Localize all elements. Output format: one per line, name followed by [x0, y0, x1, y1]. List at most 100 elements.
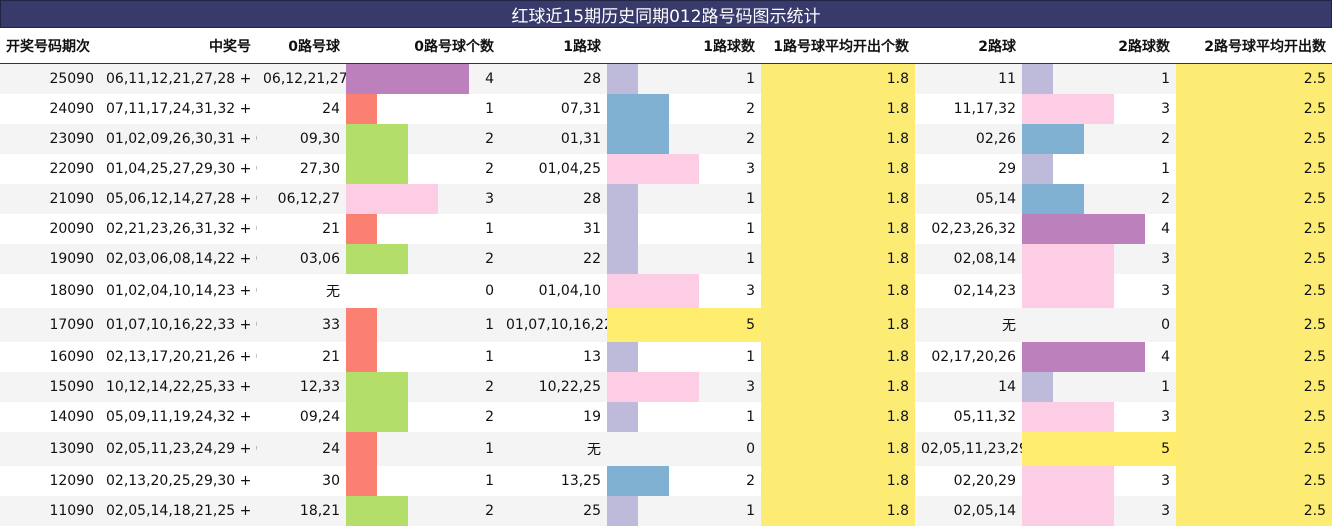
cell-r2-count: 1 [1022, 372, 1176, 402]
cell-r1-count: 1 [607, 184, 761, 214]
cell-r1-count: 0 [607, 432, 761, 466]
cell-r1-count-value: 1 [746, 191, 755, 207]
cell-numbers: 05,09,11,19,24,32 + 13 [106, 409, 257, 425]
cell-numbers: 06,11,12,21,27,28 + 15 [100, 63, 257, 94]
cell-r0-count: 2 [346, 402, 500, 432]
cell-r0-count-value: 2 [485, 251, 494, 267]
cell-r0: 24 [257, 432, 346, 466]
cell-numbers: 02,13,20,25,29,30 + 11 [106, 473, 257, 489]
cell-r2-avg: 2.5 [1176, 308, 1332, 342]
cell-r0: 03,06 [257, 244, 346, 274]
cell-r1-avg: 1.8 [761, 496, 915, 526]
cell-numbers: 01,02,04,10,14,23 + 07 [106, 283, 257, 299]
cell-r0: 33 [257, 308, 346, 342]
cell-r1-count-bar [607, 124, 669, 154]
cell-r0-count-bar [346, 496, 408, 526]
table-row: 18090 01,02,04,10,14,23 + 07 无 0 01,04,10 3 1.… [0, 274, 1332, 308]
cell-r0: 21 [322, 221, 340, 237]
cell-r1-count: 3 [607, 154, 761, 184]
header-r0: 0路号球 [257, 28, 346, 64]
cell-r2-count-value: 3 [1161, 409, 1170, 425]
cell-r0-count-bar [346, 94, 377, 124]
cell-r0-count: 4 [346, 63, 500, 94]
table-row: 21090 05,06,12,14,27,28 + 08 06,12,27 3 28 1 1… [0, 184, 1332, 214]
table-row: 24090 07,11,17,24,31,32 + 17 24 1 07,31 2 1.8 1… [0, 94, 1332, 124]
cell-r0-count: 1 [346, 94, 500, 124]
cell-r0-count: 2 [346, 244, 500, 274]
table-row: 17090 01,07,10,16,22,33 + 09 33 1 01,07,10,1… [0, 308, 1332, 342]
table-body: 25090 06,11,12,21,27,28 + 15 06,12,21,27 4 2… [0, 63, 1332, 526]
cell-r0-count: 0 [346, 274, 500, 308]
cell-r0-count-bar [346, 402, 408, 432]
table-row: 11090 02,05,14,18,21,25 + 16 18,21 2 25 1 1.8 0… [0, 496, 1332, 526]
cell-r2: 14 [915, 372, 1022, 402]
cell-r2-count-value: 3 [1161, 473, 1170, 489]
cell-period: 15090 [0, 372, 100, 402]
cell-r2-count-bar [1022, 154, 1053, 184]
cell-r0-count-bar [346, 432, 377, 466]
cell-r1-count: 5 [607, 308, 761, 342]
cell-r1-avg: 1.8 [761, 214, 915, 244]
cell-r2-count-bar [1022, 94, 1115, 124]
cell-r1-avg: 1.8 [761, 184, 915, 214]
cell-r2-count: 4 [1022, 214, 1176, 244]
header-numbers: 中奖号 [100, 28, 257, 64]
cell-r2-count-value: 0 [1161, 317, 1170, 333]
cell-r1-count: 2 [607, 466, 761, 496]
cell-r1-avg: 1.8 [761, 432, 915, 466]
cell-r0-count: 2 [346, 154, 500, 184]
cell-r0: 30 [322, 473, 340, 489]
cell-r2: 02,08,14 [915, 244, 1022, 274]
cell-r1-count-value: 0 [746, 441, 755, 457]
cell-r0: 09,24 [299, 409, 340, 425]
cell-r0: 09,30 [257, 124, 346, 154]
cell-r0: 27,30 [299, 161, 340, 177]
table-row: 23090 01,02,09,26,30,31 + 07 09,30 2 01,31 2 1… [0, 124, 1332, 154]
cell-r2-count-bar [1022, 466, 1115, 496]
cell-r1-count-value: 3 [746, 283, 755, 299]
cell-r1-count-bar [607, 308, 761, 342]
cell-numbers: 01,07,10,16,22,33 + 09 [100, 308, 257, 342]
cell-r0-count: 3 [346, 184, 500, 214]
cell-r0-count-value: 1 [485, 473, 494, 489]
cell-r2-avg: 2.5 [1176, 124, 1332, 154]
cell-numbers: 02,05,14,18,21,25 + 16 [100, 496, 257, 526]
cell-r1-count-bar [607, 94, 669, 124]
cell-r0: 06,12,21,27 [257, 63, 346, 94]
cell-r0: 无 [326, 284, 340, 300]
cell-r0-count-value: 4 [485, 71, 494, 87]
cell-r2-avg: 2.5 [1176, 154, 1332, 184]
cell-r0-count-value: 2 [485, 503, 494, 519]
cell-r0-count-value: 2 [485, 409, 494, 425]
cell-r2-count-value: 4 [1161, 221, 1170, 237]
cell-r0-count-value: 0 [485, 283, 494, 299]
header-r1-count: 1路球数 [607, 28, 761, 64]
cell-r0: 06,12,27 [257, 184, 346, 214]
header-r2-count: 2路球数 [1022, 28, 1176, 64]
cell-r1-count-bar [607, 64, 638, 94]
cell-r2: 02,14,23 [953, 283, 1016, 299]
cell-r2-count-bar [1022, 214, 1146, 244]
cell-r0: 12,33 [257, 372, 346, 402]
cell-period: 18090 [49, 283, 94, 299]
cell-r2-count-value: 3 [1161, 101, 1170, 117]
cell-r1-count-bar [607, 372, 700, 402]
cell-r1-avg: 1.8 [761, 342, 915, 372]
cell-r1-count-value: 3 [746, 161, 755, 177]
cell-r2-count-value: 1 [1161, 71, 1170, 87]
cell-r1-count-bar [607, 214, 638, 244]
cell-r1-count: 2 [607, 124, 761, 154]
cell-r1-count-value: 1 [746, 409, 755, 425]
cell-numbers: 02,13,17,20,21,26 + 07 [106, 349, 257, 365]
cell-period: 20090 [49, 221, 94, 237]
cell-r2-avg: 2.5 [1176, 466, 1332, 496]
cell-r0-count: 2 [346, 372, 500, 402]
cell-r1: 01,04,25 [538, 161, 601, 177]
cell-r2-avg: 2.5 [1176, 402, 1332, 432]
cell-r0-count-value: 1 [485, 221, 494, 237]
header-period: 开奖号码期次 [0, 28, 100, 64]
cell-r1-count-value: 2 [746, 131, 755, 147]
cell-r2-count: 3 [1022, 402, 1176, 432]
cell-r2-count-value: 1 [1161, 379, 1170, 395]
cell-r1-count-value: 1 [746, 349, 755, 365]
